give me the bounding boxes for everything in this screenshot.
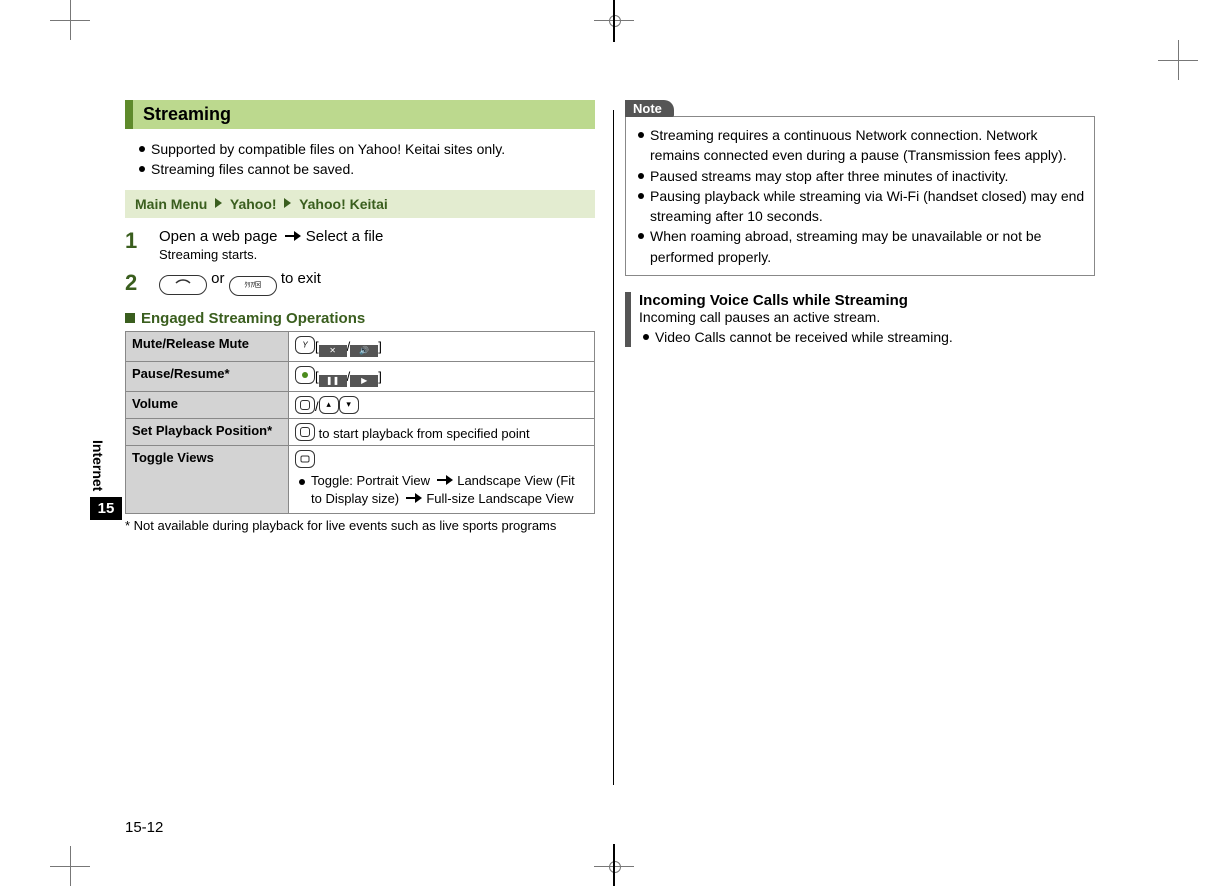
chapter-number: 15 bbox=[90, 497, 122, 520]
sub-heading-text: Engaged Streaming Operations bbox=[141, 310, 365, 327]
op-value: Toggle: Portrait View Landscape View (Fi… bbox=[289, 445, 595, 514]
note-label: Note bbox=[625, 100, 674, 117]
step-2: 2 or ｸﾘｱ/⊠ to exit bbox=[125, 270, 595, 296]
intro-bullet: Supported by compatible files on Yahoo! … bbox=[139, 139, 595, 159]
unmute-icon: 🔊 bbox=[350, 345, 378, 357]
operations-table: Mute/Release Mute [✕/🔊] Pause/Resume* [❚… bbox=[125, 331, 595, 515]
note-item: Pausing playback while streaming via Wi-… bbox=[638, 186, 1086, 227]
info-sub: Incoming call pauses an active stream. bbox=[639, 309, 1095, 325]
pause-icon: ❚❚ bbox=[319, 375, 347, 387]
table-row: Toggle Views Toggle: Portrait View Lands… bbox=[126, 445, 595, 514]
table-row: Set Playback Position* to start playback… bbox=[126, 418, 595, 445]
info-title: Incoming Voice Calls while Streaming bbox=[639, 292, 1095, 309]
table-row: Pause/Resume* [❚❚/▶] bbox=[126, 361, 595, 391]
play-icon: ▶ bbox=[350, 375, 378, 387]
section-heading: Streaming bbox=[125, 100, 595, 129]
intro-bullet: Streaming files cannot be saved. bbox=[139, 159, 595, 179]
nav-key-icon bbox=[295, 396, 315, 414]
step-number: 2 bbox=[125, 270, 145, 296]
info-bullet: Video Calls cannot be received while str… bbox=[643, 327, 1095, 347]
chevron-right-icon bbox=[284, 198, 291, 208]
step-text: Select a file bbox=[306, 228, 384, 245]
op-name: Set Playback Position* bbox=[126, 418, 289, 445]
table-row: Mute/Release Mute [✕/🔊] bbox=[126, 331, 595, 361]
op-value: [❚❚/▶] bbox=[289, 361, 595, 391]
op-value: [✕/🔊] bbox=[289, 331, 595, 361]
mute-icon: ✕ bbox=[319, 345, 347, 357]
info-block: Incoming Voice Calls while Streaming Inc… bbox=[625, 292, 1095, 347]
end-call-key-icon bbox=[159, 275, 207, 295]
camera-key-icon bbox=[295, 450, 315, 468]
chevron-right-icon bbox=[215, 198, 222, 208]
menu-path: Main Menu Yahoo! Yahoo! Keitai bbox=[125, 190, 595, 218]
note-box: Streaming requires a continuous Network … bbox=[625, 116, 1095, 276]
menu-path-segment: Main Menu bbox=[135, 196, 207, 212]
nav-key-icon bbox=[295, 423, 315, 441]
step-text: to exit bbox=[281, 270, 321, 287]
op-value: to start playback from specified point bbox=[289, 418, 595, 445]
side-down-key-icon bbox=[339, 396, 359, 414]
note-item: Paused streams may stop after three minu… bbox=[638, 166, 1086, 186]
note-item: When roaming abroad, streaming may be un… bbox=[638, 226, 1086, 267]
side-up-key-icon bbox=[319, 396, 339, 414]
step-text: Open a web page bbox=[159, 228, 277, 245]
sub-heading: Engaged Streaming Operations bbox=[125, 310, 595, 327]
op-text: to start playback from specified point bbox=[315, 426, 530, 441]
chapter-tab: Internet 15 bbox=[90, 440, 122, 520]
op-name: Pause/Resume* bbox=[126, 361, 289, 391]
menu-path-segment: Yahoo! Keitai bbox=[299, 196, 388, 212]
op-text: Toggle: Portrait View Landscape View (Fi… bbox=[299, 472, 588, 510]
step-1: 1 Open a web page Select a file Streamin… bbox=[125, 228, 595, 262]
arrow-right-icon bbox=[406, 497, 420, 499]
menu-path-segment: Yahoo! bbox=[230, 196, 277, 212]
left-column: Streaming Supported by compatible files … bbox=[125, 100, 595, 533]
arrow-right-icon bbox=[437, 479, 451, 481]
right-column: Note Streaming requires a continuous Net… bbox=[625, 100, 1095, 533]
step-number: 1 bbox=[125, 228, 145, 254]
square-bullet-icon bbox=[125, 313, 135, 323]
arrow-right-icon bbox=[285, 235, 299, 237]
center-key-icon bbox=[295, 366, 315, 384]
intro-bullets: Supported by compatible files on Yahoo! … bbox=[125, 139, 595, 180]
chapter-label: Internet bbox=[90, 440, 106, 491]
op-name: Toggle Views bbox=[126, 445, 289, 514]
y-key-icon bbox=[295, 336, 315, 354]
page-number: 15-12 bbox=[125, 819, 163, 836]
note-item: Streaming requires a continuous Network … bbox=[638, 125, 1086, 166]
op-name: Mute/Release Mute bbox=[126, 331, 289, 361]
table-footnote: * Not available during playback for live… bbox=[125, 518, 595, 533]
op-value: / bbox=[289, 391, 595, 418]
step-subtext: Streaming starts. bbox=[159, 247, 595, 262]
step-text: or bbox=[211, 270, 229, 287]
clear-key-icon: ｸﾘｱ/⊠ bbox=[229, 276, 277, 296]
op-name: Volume bbox=[126, 391, 289, 418]
table-row: Volume / bbox=[126, 391, 595, 418]
